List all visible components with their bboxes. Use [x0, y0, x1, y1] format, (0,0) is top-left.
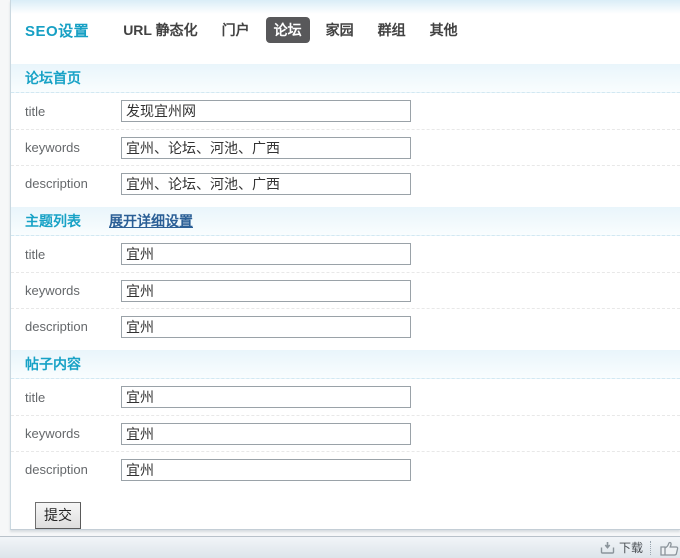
content-panel: SEO设置 URL 静态化 门户 论坛 家园 群组 其他 论坛首页 title …	[10, 0, 680, 530]
field-row-description: description	[11, 308, 680, 344]
field-label: description	[25, 319, 88, 334]
tab-portal[interactable]: 门户	[214, 17, 258, 43]
expand-detail-settings-link[interactable]: 展开详细设置	[109, 211, 193, 231]
thread-list-keywords-input[interactable]	[121, 279, 411, 302]
field-label: keywords	[25, 140, 80, 155]
field-row-keywords: keywords	[11, 415, 680, 451]
field-row-description: description	[11, 451, 680, 487]
section-header: 论坛首页	[11, 64, 680, 93]
submit-button[interactable]: 提交	[35, 502, 81, 529]
section-title: 主题列表	[25, 213, 81, 229]
thumbs-up-icon[interactable]	[658, 540, 680, 556]
field-row-title: title	[11, 236, 680, 272]
forum-index-description-input[interactable]	[121, 172, 411, 195]
status-bar-separator	[650, 540, 651, 555]
forum-index-title-input[interactable]	[121, 100, 411, 122]
field-label: keywords	[25, 283, 80, 298]
download-icon	[600, 542, 615, 554]
section-header: 主题列表 展开详细设置	[11, 207, 680, 236]
field-row-title: title	[11, 379, 680, 415]
thread-list-description-input[interactable]	[121, 315, 411, 338]
post-content-description-input[interactable]	[121, 458, 411, 481]
tab-bar: URL 静态化 门户 论坛 家园 群组 其他	[115, 17, 473, 43]
post-content-keywords-input[interactable]	[121, 422, 411, 445]
section-header: 帖子内容	[11, 350, 680, 379]
section-title: 论坛首页	[25, 70, 81, 86]
status-bar: 下载	[0, 536, 680, 558]
field-row-keywords: keywords	[11, 129, 680, 165]
section-forum-index: 论坛首页 title keywords description	[11, 64, 680, 201]
tab-forum[interactable]: 论坛	[265, 17, 310, 43]
field-row-description: description	[11, 165, 680, 201]
tab-group[interactable]: 群组	[370, 17, 414, 43]
field-label: title	[25, 389, 46, 405]
section-title: 帖子内容	[25, 356, 81, 372]
section-thread-list: 主题列表 展开详细设置 title keywords description	[11, 207, 680, 344]
field-label: description	[25, 176, 88, 191]
section-post-content: 帖子内容 title keywords description	[11, 350, 680, 487]
tab-other[interactable]: 其他	[422, 17, 466, 43]
field-label: title	[25, 103, 46, 119]
field-row-title: title	[11, 93, 680, 129]
tab-url-static[interactable]: URL 静态化	[115, 17, 205, 43]
download-label: 下载	[618, 541, 643, 555]
seo-settings-page: SEO设置 URL 静态化 门户 论坛 家园 群组 其他 论坛首页 title …	[0, 0, 680, 558]
page-title: SEO设置	[25, 22, 90, 40]
thread-list-title-input[interactable]	[121, 243, 411, 265]
field-row-keywords: keywords	[11, 272, 680, 308]
field-label: description	[25, 462, 88, 477]
download-control[interactable]: 下载	[600, 539, 643, 556]
post-content-title-input[interactable]	[121, 386, 411, 408]
field-label: keywords	[25, 426, 80, 441]
tab-home[interactable]: 家园	[318, 17, 362, 43]
field-label: title	[25, 246, 46, 262]
header: SEO设置 URL 静态化 门户 论坛 家园 群组 其他	[11, 0, 680, 44]
forum-index-keywords-input[interactable]	[121, 136, 411, 159]
